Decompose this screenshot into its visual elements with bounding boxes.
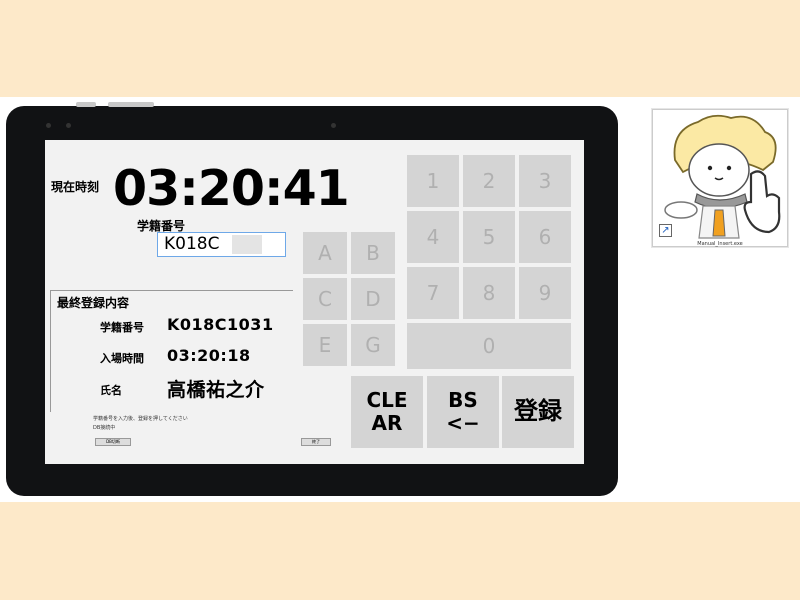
last-id-label: 学籍番号 bbox=[100, 321, 144, 334]
desktop-shortcut[interactable]: ↗ Manual_Insert.exe bbox=[652, 109, 788, 247]
key-7[interactable]: 7 bbox=[407, 267, 459, 319]
shortcut-arrow-icon: ↗ bbox=[659, 224, 672, 237]
student-id-input[interactable]: K018C bbox=[157, 232, 286, 257]
db-status-text: DB接続中 bbox=[93, 425, 116, 431]
last-registration-title: 最終登録内容 bbox=[57, 296, 130, 310]
register-button[interactable]: 登録 bbox=[502, 376, 574, 448]
key-3[interactable]: 3 bbox=[519, 155, 571, 207]
key-0[interactable]: 0 bbox=[407, 323, 571, 369]
key-8[interactable]: 8 bbox=[463, 267, 515, 319]
key-6[interactable]: 6 bbox=[519, 211, 571, 263]
key-g[interactable]: G bbox=[351, 324, 395, 366]
shortcut-caption: Manual_Insert.exe bbox=[697, 241, 743, 247]
key-2[interactable]: 2 bbox=[463, 155, 515, 207]
db-disconnect-button[interactable]: DB切断 bbox=[95, 438, 131, 446]
key-b[interactable]: B bbox=[351, 232, 395, 274]
key-d[interactable]: D bbox=[351, 278, 395, 320]
exit-button[interactable]: 終了 bbox=[301, 438, 331, 446]
tablet-power-button bbox=[108, 102, 154, 107]
current-time-display: 03:20:41 bbox=[113, 160, 350, 217]
mascot-pointing-hand-icon bbox=[664, 114, 781, 239]
sensor-dot bbox=[46, 123, 51, 128]
key-e[interactable]: E bbox=[303, 324, 347, 366]
current-time-label: 現在時刻 bbox=[51, 180, 100, 194]
last-registration-panel: 最終登録内容 学籍番号 K018C1031 入場時間 03:20:18 氏名 高… bbox=[50, 290, 293, 412]
camera-dot bbox=[331, 123, 336, 128]
instruction-text: 学籍番号を入力後、登録を押してください bbox=[93, 416, 188, 422]
student-id-value: K018C bbox=[164, 234, 220, 254]
key-4[interactable]: 4 bbox=[407, 211, 459, 263]
key-1[interactable]: 1 bbox=[407, 155, 459, 207]
sensor-dot bbox=[66, 123, 71, 128]
key-c[interactable]: C bbox=[303, 278, 347, 320]
backspace-button[interactable]: BS <− bbox=[427, 376, 499, 448]
key-a[interactable]: A bbox=[303, 232, 347, 274]
app-screen: 現在時刻 03:20:41 学籍番号 K018C 最終登録内容 学籍番号 K01… bbox=[45, 140, 584, 464]
last-id-value: K018C1031 bbox=[167, 315, 274, 334]
tablet-volume-button bbox=[76, 102, 96, 107]
tablet-frame: 現在時刻 03:20:41 学籍番号 K018C 最終登録内容 学籍番号 K01… bbox=[6, 102, 618, 496]
entry-time-label: 入場時間 bbox=[100, 352, 144, 365]
redacted-area bbox=[232, 235, 262, 254]
entry-time-value: 03:20:18 bbox=[167, 346, 251, 365]
key-9[interactable]: 9 bbox=[519, 267, 571, 319]
clear-button[interactable]: CLE AR bbox=[351, 376, 423, 448]
key-5[interactable]: 5 bbox=[463, 211, 515, 263]
name-label: 氏名 bbox=[100, 384, 122, 397]
name-value: 高橋祐之介 bbox=[167, 379, 265, 401]
